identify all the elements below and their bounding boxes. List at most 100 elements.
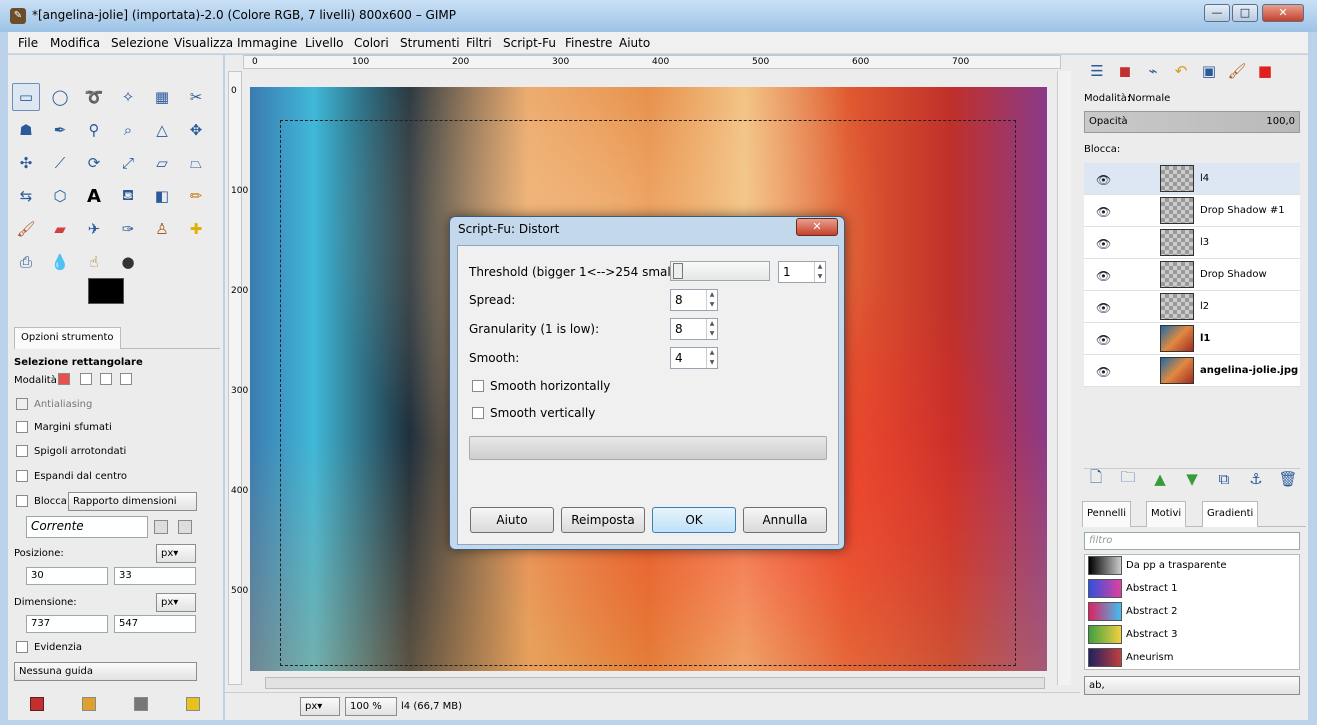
eye-icon[interactable]: 👁: [1096, 301, 1111, 315]
eraser-icon[interactable]: ▰: [46, 215, 74, 243]
layer-row[interactable]: 👁 Drop Shadow #1: [1084, 195, 1300, 227]
blend-icon[interactable]: ◧: [148, 182, 176, 210]
rotate-icon[interactable]: ⟳: [80, 149, 108, 177]
gradient-item[interactable]: Abstract 3: [1086, 624, 1294, 646]
reset-button[interactable]: Reimposta: [561, 507, 645, 533]
tab-tool-options[interactable]: Opzioni strumento: [14, 327, 121, 349]
lock-checkbox[interactable]: [16, 495, 28, 507]
zoom-combo[interactable]: 100 %: [345, 697, 397, 716]
menu-modifica[interactable]: Modifica: [50, 36, 100, 50]
mode-intersect-button[interactable]: [120, 373, 132, 385]
position-y-field[interactable]: 33: [114, 567, 196, 585]
smooth-vertically-checkbox[interactable]: [472, 407, 484, 419]
menu-colori[interactable]: Colori: [354, 36, 389, 50]
layer-row[interactable]: 👁 l1: [1084, 323, 1300, 355]
eye-icon[interactable]: 👁: [1096, 333, 1111, 347]
reset-options-icon[interactable]: [186, 697, 200, 711]
gradient-item[interactable]: Aneurism: [1086, 647, 1294, 669]
menu-immagine[interactable]: Immagine: [237, 36, 297, 50]
threshold-slider[interactable]: [670, 261, 770, 281]
zoom-icon[interactable]: ⌕: [114, 116, 142, 144]
flip-icon[interactable]: ⇆: [12, 182, 40, 210]
menu-finestre[interactable]: Finestre: [565, 36, 612, 50]
color-select-icon[interactable]: ▦: [148, 83, 176, 111]
gradient-item[interactable]: Abstract 2: [1086, 601, 1294, 623]
horizontal-scrollbar[interactable]: [265, 677, 1045, 689]
lower-layer-icon[interactable]: ▼: [1180, 465, 1204, 493]
guides-combo[interactable]: Nessuna guida: [14, 662, 197, 681]
position-x-field[interactable]: 30: [26, 567, 108, 585]
tab-brushes[interactable]: Pennelli: [1082, 501, 1131, 527]
layer-row[interactable]: 👁 l3: [1084, 227, 1300, 259]
rounded-checkbox[interactable]: [16, 445, 28, 457]
eye-icon[interactable]: 👁: [1096, 269, 1111, 283]
spin-arrows-icon[interactable]: ▲ ▼: [706, 290, 717, 310]
ok-button[interactable]: OK: [652, 507, 736, 533]
highlight-checkbox[interactable]: [16, 641, 28, 653]
move-icon[interactable]: ✥: [182, 116, 210, 144]
ink-icon[interactable]: ✑: [114, 215, 142, 243]
layers-tab-icon[interactable]: ☰: [1084, 57, 1110, 85]
color-tab-icon[interactable]: ■: [1252, 57, 1278, 85]
scale-icon[interactable]: ⤢: [114, 149, 142, 177]
tab-gradients[interactable]: Gradienti: [1202, 501, 1259, 527]
spin-arrows-icon[interactable]: ▲ ▼: [706, 348, 717, 368]
gradient-item[interactable]: Da pp a trasparente: [1086, 555, 1294, 577]
bucket-fill-icon[interactable]: ⛾: [114, 182, 142, 210]
menu-file[interactable]: File: [18, 36, 38, 50]
channels-tab-icon[interactable]: ◼: [1112, 57, 1138, 85]
paintbrush-icon[interactable]: 🖌: [12, 215, 40, 243]
smooth-spin[interactable]: 4 ▲ ▼: [670, 347, 718, 369]
layer-row[interactable]: 👁 Drop Shadow: [1084, 259, 1300, 291]
smudge-icon[interactable]: ☝: [80, 248, 108, 276]
crop-icon[interactable]: ⟋: [46, 149, 74, 177]
cancel-button[interactable]: Annulla: [743, 507, 827, 533]
menu-filtri[interactable]: Filtri: [466, 36, 492, 50]
new-layer-icon[interactable]: 🗋: [1084, 465, 1108, 493]
layer-row[interactable]: 👁 l2: [1084, 291, 1300, 323]
size-unit-combo[interactable]: px▾: [156, 593, 196, 612]
foreground-color[interactable]: [88, 278, 124, 304]
chain-icon[interactable]: [154, 520, 168, 534]
spin-arrows-icon[interactable]: ▲ ▼: [706, 319, 717, 339]
save-options-icon[interactable]: [30, 697, 44, 711]
fuzzy-select-icon[interactable]: ✧: [114, 83, 142, 111]
threshold-spin[interactable]: 1 ▲ ▼: [778, 261, 826, 283]
threshold-slider-handle[interactable]: [673, 263, 683, 279]
pencil-icon[interactable]: ✏: [182, 182, 210, 210]
spread-spin[interactable]: 8 ▲ ▼: [670, 289, 718, 311]
mode-subtract-button[interactable]: [100, 373, 112, 385]
anchor-layer-icon[interactable]: ⚓: [1244, 465, 1268, 493]
size-w-field[interactable]: 737: [26, 615, 108, 633]
layer-mode-value[interactable]: Normale: [1128, 93, 1170, 104]
spin-arrows-icon[interactable]: ▲ ▼: [814, 262, 825, 282]
close-button[interactable]: ✕: [1262, 4, 1304, 22]
delete-layer-icon[interactable]: 🗑: [1276, 465, 1300, 493]
mode-add-button[interactable]: [80, 373, 92, 385]
paths-icon[interactable]: ✒: [46, 116, 74, 144]
new-group-icon[interactable]: 🗀: [1116, 465, 1140, 493]
measure-icon[interactable]: △: [148, 116, 176, 144]
aspect-icon[interactable]: [178, 520, 192, 534]
menu-livello[interactable]: Livello: [305, 36, 344, 50]
align-icon[interactable]: ✣: [12, 149, 40, 177]
tag-combo[interactable]: ab,: [1084, 676, 1300, 695]
restore-options-icon[interactable]: [82, 697, 96, 711]
eye-icon[interactable]: 👁: [1096, 365, 1111, 379]
clone-icon[interactable]: ♙: [148, 215, 176, 243]
ellipse-select-icon[interactable]: ◯: [46, 83, 74, 111]
gradient-filter-field[interactable]: filtro: [1084, 532, 1300, 550]
rect-select-icon[interactable]: ▭: [12, 83, 40, 111]
cage-icon[interactable]: ⬡: [46, 182, 74, 210]
scissors-icon[interactable]: ✂: [182, 83, 210, 111]
undo-tab-icon[interactable]: ↶: [1168, 57, 1194, 85]
lasso-icon[interactable]: ➰: [80, 83, 108, 111]
menu-visualizza[interactable]: Visualizza: [174, 36, 233, 50]
menu-selezione[interactable]: Selezione: [111, 36, 169, 50]
perspective-clone-icon[interactable]: ⎙: [12, 248, 40, 276]
eye-icon[interactable]: 👁: [1096, 205, 1111, 219]
minimize-button[interactable]: —: [1204, 4, 1230, 22]
gradient-item[interactable]: Abstract 1: [1086, 578, 1294, 600]
perspective-icon[interactable]: ⏢: [182, 149, 210, 177]
help-button[interactable]: Aiuto: [470, 507, 554, 533]
